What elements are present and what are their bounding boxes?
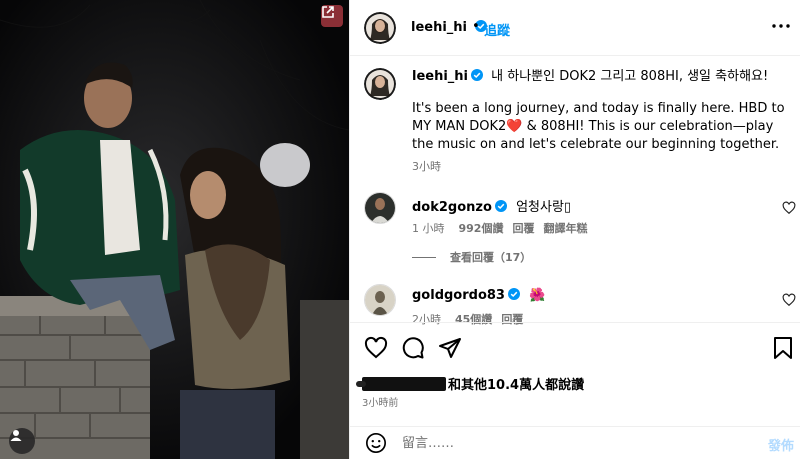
- header-separator: •: [472, 19, 480, 34]
- caption-korean: 내 하나뿐인 DOK2 그리고 808HI, 생일 축하해요!: [491, 69, 769, 84]
- caption-author[interactable]: leehi_hi: [412, 69, 468, 84]
- post-actions-bar: [350, 322, 800, 372]
- follow-button[interactable]: 追蹤: [484, 20, 510, 39]
- caption-author-avatar-image: [364, 68, 396, 100]
- replies-divider: [412, 256, 436, 258]
- external-link-icon: [322, 6, 334, 18]
- external-link-button[interactable]: [321, 5, 343, 27]
- photo-illustration: [0, 0, 349, 459]
- user-tag-button[interactable]: [9, 428, 35, 454]
- view-replies-button[interactable]: 查看回覆（17）: [412, 249, 531, 265]
- comment-input[interactable]: [402, 434, 722, 452]
- more-options-icon: [772, 24, 790, 28]
- caption-english: It's been a long journey, and today is f…: [412, 100, 788, 154]
- likes-summary[interactable]: 和其他10.4萬人都說讚: [356, 374, 584, 393]
- reply-button[interactable]: 回覆: [512, 222, 534, 235]
- red-heart-emoji: ❤️: [506, 119, 523, 134]
- comment-avatar-image: [365, 193, 395, 223]
- comment-goldgordo83: goldgordo83 🌺: [412, 288, 545, 303]
- redacted-usernames: [356, 376, 446, 391]
- bookmark-icon: [774, 337, 792, 359]
- comment-time[interactable]: 1 小時: [412, 222, 445, 235]
- comment-button[interactable]: [400, 335, 426, 361]
- post-comment-button[interactable]: 發佈: [768, 435, 794, 454]
- author-avatar-image: [364, 12, 396, 44]
- comment-text: 엄청사랑▯: [516, 200, 572, 215]
- view-replies-label[interactable]: 查看回覆（17）: [450, 249, 531, 265]
- comment-text: 🌺: [529, 288, 546, 303]
- like-button[interactable]: [363, 335, 389, 361]
- comment-like-heart-icon[interactable]: [782, 201, 796, 215]
- caption-time[interactable]: 3小時: [412, 158, 441, 174]
- post-header: leehi_hi • 追蹤: [350, 0, 800, 56]
- likes-summary-text[interactable]: 和其他10.4萬人都說讚: [448, 374, 584, 393]
- emoji-button[interactable]: [364, 431, 388, 455]
- comment-avatar-goldgordo83[interactable]: [364, 284, 396, 316]
- author-username-text[interactable]: leehi_hi: [411, 20, 467, 35]
- more-options-button[interactable]: [771, 16, 791, 36]
- comment-author[interactable]: goldgordo83: [412, 288, 505, 303]
- comment-verified-badge-icon: [494, 200, 507, 212]
- comment-like-heart-icon[interactable]: [782, 293, 796, 307]
- share-button[interactable]: [437, 335, 463, 361]
- comment-dok2gonzo: dok2gonzo 엄청사랑▯: [412, 196, 571, 215]
- caption-verified-badge-icon: [471, 69, 484, 81]
- post-photo: [0, 0, 349, 459]
- post-time[interactable]: 3小時前: [362, 394, 398, 409]
- comment-avatar-image: [365, 285, 395, 315]
- save-button[interactable]: [770, 335, 796, 361]
- author-avatar[interactable]: [364, 12, 396, 44]
- emoji-icon: [366, 433, 386, 453]
- comment-author[interactable]: dok2gonzo: [412, 200, 492, 215]
- caption-line-1: leehi_hi 내 하나뿐인 DOK2 그리고 808HI, 생일 축하해요!: [412, 68, 788, 86]
- paper-plane-icon: [439, 338, 461, 358]
- comment-composer: 發佈: [350, 426, 800, 459]
- comment-icon: [402, 337, 424, 359]
- translate-button[interactable]: 翻譯年糕: [543, 222, 587, 235]
- post-side-panel: leehi_hi • 追蹤 leehi_hi 내 하나뿐인 DOK2 그리고 8…: [349, 0, 800, 459]
- heart-icon: [364, 336, 388, 359]
- comment-avatar-dok2gonzo[interactable]: [364, 192, 396, 224]
- comment-meta: 1 小時 992個讚 回覆 翻譯年糕: [412, 220, 587, 236]
- comment-verified-badge-icon: [507, 288, 520, 300]
- user-tag-icon: [10, 430, 22, 441]
- caption: leehi_hi 내 하나뿐인 DOK2 그리고 808HI, 생일 축하해요!…: [412, 68, 788, 154]
- caption-author-avatar[interactable]: [364, 68, 396, 100]
- comment-likes[interactable]: 992個讚: [459, 222, 504, 235]
